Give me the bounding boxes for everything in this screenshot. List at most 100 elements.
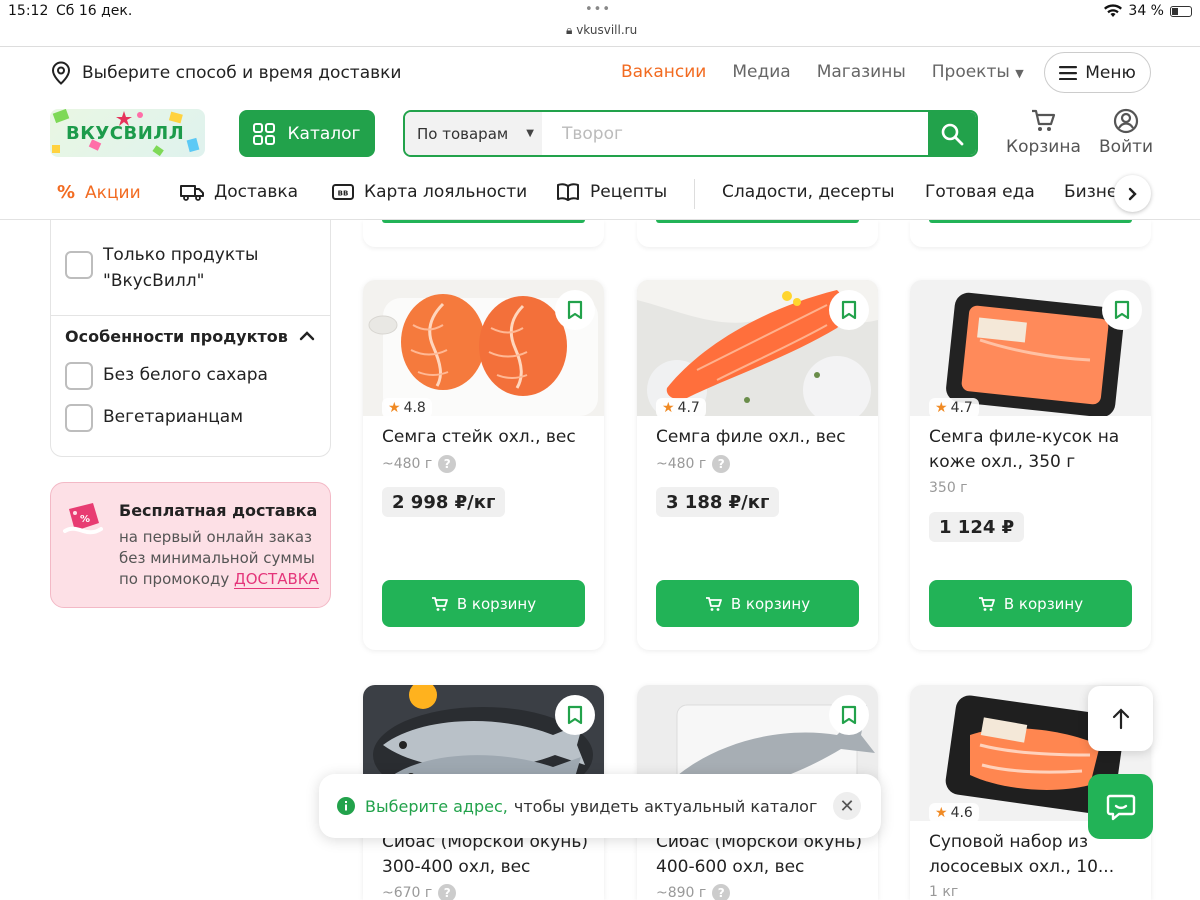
cart-label: Корзина — [1006, 137, 1081, 157]
nav-label: Бизне — [1064, 182, 1118, 202]
login-button[interactable]: Войти — [1099, 108, 1153, 157]
nav-item-recipes[interactable]: Рецепты — [556, 182, 667, 202]
product-name[interactable]: Семга филе-кусок на коже охл., 350 г — [929, 425, 1141, 475]
question-icon[interactable]: ? — [712, 455, 731, 473]
add-to-cart-button[interactable]: В корзину — [929, 580, 1132, 627]
wifi-icon — [1104, 4, 1123, 17]
more-dots-icon[interactable]: ••• — [585, 2, 611, 17]
checkbox[interactable] — [65, 251, 93, 279]
status-time: 15:12 — [8, 3, 49, 19]
chevron-down-icon: ▼ — [1015, 67, 1024, 80]
chat-icon — [1106, 794, 1135, 820]
nav-item-delivery[interactable]: Доставка — [180, 182, 298, 202]
search-scope-label: По товарам — [417, 124, 509, 143]
product-card[interactable]: ★ 4.7 Семга филе-кусок на коже охл., 350 … — [910, 280, 1151, 650]
filter-no-sugar[interactable]: Без белого сахара — [65, 362, 268, 390]
product-price: 2 998 ₽/кг — [382, 487, 506, 517]
product-name[interactable]: Семга филе охл., вес — [656, 425, 868, 450]
link-media[interactable]: Медиа — [732, 62, 790, 82]
nav-item-promos[interactable]: % Акции — [57, 182, 141, 203]
star-icon: ★ — [935, 400, 948, 416]
nav-item-sweets[interactable]: Сладости, десерты — [722, 182, 895, 202]
link-projects[interactable]: Проекты ▼ — [932, 62, 1024, 82]
rating-badge: ★ 4.8 — [382, 398, 432, 416]
product-card[interactable]: ★ 4.8 Семга стейк охл., вес ~480 г? 2 998… — [363, 280, 604, 650]
logo[interactable]: ВКУСВИЛЛ — [50, 109, 205, 157]
promo-code-link[interactable]: ДОСТАВКА — [234, 570, 319, 589]
nav-scroll-next-button[interactable] — [1114, 175, 1151, 212]
product-name[interactable]: Семга стейк охл., вес — [382, 425, 594, 450]
toast-highlight[interactable]: Выберите адрес, — [365, 797, 508, 816]
question-icon[interactable]: ? — [712, 884, 731, 900]
product-image[interactable]: ★ 4.7 — [910, 280, 1151, 416]
rating-badge: ★ 4.7 — [929, 398, 979, 416]
nav-item-business[interactable]: Бизне — [1064, 182, 1117, 202]
search-input[interactable] — [542, 112, 928, 155]
favorite-button[interactable] — [555, 695, 595, 735]
favorite-button[interactable] — [555, 290, 595, 330]
loyalty-card-icon: BB — [332, 184, 354, 200]
nav-item-loyalty[interactable]: BB Карта лояльности — [332, 182, 527, 202]
star-icon: ★ — [662, 400, 675, 416]
logo-text: ВКУСВИЛЛ — [66, 123, 185, 144]
cart-icon — [431, 596, 448, 611]
link-stores[interactable]: Магазины — [817, 62, 906, 82]
add-to-cart-button[interactable]: В корзину — [382, 580, 585, 627]
bookmark-icon — [1114, 300, 1130, 320]
nav-item-ready-food[interactable]: Готовая еда — [925, 182, 1035, 202]
add-to-cart-button[interactable]: В корзину — [656, 580, 859, 627]
search-scope-select[interactable]: По товарам ▼ — [405, 112, 542, 155]
menu-label: Меню — [1085, 62, 1136, 83]
cart-icon — [1032, 109, 1056, 131]
favorite-button[interactable] — [1102, 290, 1142, 330]
weight-value: ~890 г — [656, 885, 707, 900]
location-pin-icon — [51, 61, 71, 85]
category-nav: % Акции Доставка BB Карта лояльности Рец… — [0, 171, 1200, 219]
info-icon — [337, 797, 355, 815]
filter-label: Без белого сахара — [103, 365, 268, 385]
star-icon: ★ — [935, 805, 948, 821]
truck-icon — [180, 185, 204, 201]
menu-button[interactable]: Меню — [1044, 52, 1151, 93]
nav-label: Акции — [85, 182, 141, 203]
checkbox[interactable] — [65, 404, 93, 432]
close-button[interactable]: ✕ — [833, 792, 861, 820]
arrow-up-icon — [1112, 707, 1129, 729]
product-image[interactable]: ★ 4.8 — [363, 280, 604, 416]
promo-banner[interactable]: % Бесплатная доставка на первый онлайн з… — [50, 482, 331, 608]
product-weight: ~890 г? — [656, 884, 731, 900]
filter-vegetarian[interactable]: Вегетарианцам — [65, 404, 243, 432]
grid-icon — [253, 122, 276, 145]
status-bar: 15:12 Сб 16 дек. ••• 🔒︎ vkusvill.ru 34 % — [0, 0, 1200, 46]
filter-label: Вегетарианцам — [103, 407, 244, 427]
chevron-up-icon[interactable] — [299, 330, 315, 342]
question-icon[interactable]: ? — [438, 884, 457, 900]
address-url[interactable]: 🔒︎ vkusvill.ru — [566, 23, 637, 38]
card-stub — [363, 220, 604, 247]
favorite-button[interactable] — [829, 290, 869, 330]
checkbox[interactable] — [65, 362, 93, 390]
product-image[interactable]: ★ 4.7 — [637, 280, 878, 416]
question-icon[interactable]: ? — [438, 455, 457, 473]
rating-value: 4.8 — [403, 400, 426, 416]
search-button[interactable] — [928, 112, 976, 155]
book-icon — [557, 183, 579, 201]
delivery-selector[interactable]: Выберите способ и время доставки — [50, 61, 401, 85]
features-title[interactable]: Особенности продуктов — [65, 327, 288, 346]
toast-text: чтобы увидеть актуальный каталог — [513, 796, 818, 816]
chat-button[interactable] — [1088, 774, 1153, 839]
filter-own-products[interactable]: Только продукты "ВкусВилл" — [65, 242, 263, 294]
favorite-button[interactable] — [829, 695, 869, 735]
link-vacancies[interactable]: Вакансии — [621, 62, 706, 82]
promo-text: на первый онлайн заказ без минимальной с… — [119, 527, 325, 590]
product-card[interactable]: ★ 4.7 Семга филе охл., вес ~480 г? 3 188 … — [637, 280, 878, 650]
weight-value: 1 кг — [929, 884, 959, 900]
chevron-right-icon — [1128, 187, 1137, 200]
card-stub — [910, 220, 1151, 247]
address-toast[interactable]: Выберите адрес, чтобы увидеть актуальный… — [319, 774, 881, 838]
nav-label: Готовая еда — [925, 182, 1035, 202]
catalog-button[interactable]: Каталог — [239, 110, 375, 157]
cart-button[interactable]: Корзина — [1006, 108, 1081, 157]
scroll-top-button[interactable] — [1088, 686, 1153, 751]
bookmark-icon — [567, 300, 583, 320]
